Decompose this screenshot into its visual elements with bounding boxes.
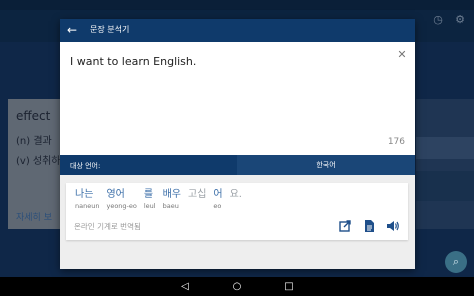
entry-definition: (v) 성취하 (16, 156, 61, 167)
sentence-analyzer-dialog: ← 문장 분석기 I want to learn English. ✕ 176 … (60, 19, 415, 269)
token[interactable]: 요. (230, 189, 242, 211)
token-korean: 어 (213, 189, 223, 200)
token[interactable]: 나는 naneun (75, 189, 99, 211)
char-count: 176 (387, 137, 405, 147)
token-korean: 영어 (106, 189, 125, 200)
token-romanization: naneun (75, 202, 100, 210)
dialog-header: ← 문장 분석기 (60, 19, 415, 42)
nav-home-icon[interactable]: ○ (230, 277, 244, 296)
token-korean: 고십 (188, 189, 207, 200)
search-fab[interactable]: ⌕ (445, 251, 467, 273)
dictionary-card: effect (n) 결과 (v) 성취하 자세히 보 (8, 99, 64, 229)
search-icon: ⌕ (452, 255, 460, 268)
system-nav-bar: ◁ ○ □ (0, 277, 474, 296)
nav-back-icon[interactable]: ◁ (178, 277, 192, 296)
app-toolbar-actions: ◷ ⚙ (432, 14, 466, 26)
background-band (416, 137, 474, 159)
status-bar (0, 0, 474, 10)
token-romanization: eo (213, 202, 222, 210)
target-language-label: 대상 언어: (70, 162, 101, 170)
token[interactable]: 고십 (188, 189, 206, 211)
entry-word: effect (16, 109, 51, 123)
token-romanization: yeong-eo (106, 202, 137, 210)
token-korean: 요. (229, 189, 242, 200)
open-in-new-icon[interactable] (338, 219, 352, 233)
token[interactable]: 영어 yeong-eo (106, 189, 136, 211)
token-korean: 를 (143, 189, 154, 200)
speaker-icon[interactable] (386, 219, 400, 233)
entry-definition: (n) 결과 (16, 136, 52, 147)
dialog-title: 문장 분석기 (90, 25, 130, 34)
sentence-input[interactable]: I want to learn English. ✕ 176 (60, 42, 415, 155)
token-romanization: baeu (162, 202, 179, 210)
more-link[interactable]: 자세히 보 (16, 210, 52, 223)
document-icon[interactable] (362, 219, 376, 233)
token-list: 나는 naneun 영어 yeong-eo 를 leul 배우 baeu 고십 어 eo 요. (75, 189, 249, 211)
machine-translation-note: 온라인 기계로 번역됨 (74, 222, 141, 231)
close-icon[interactable]: ✕ (396, 49, 408, 61)
token-korean: 나는 (75, 189, 94, 200)
history-icon[interactable]: ◷ (432, 14, 444, 26)
translation-result-card: 나는 naneun 영어 yeong-eo 를 leul 배우 baeu 고십 어 eo 요. 온라인… (66, 183, 408, 240)
token[interactable]: 배우 baeu (163, 189, 181, 211)
token-korean: 배우 (162, 189, 181, 200)
result-actions (338, 219, 400, 233)
background-card-right (416, 99, 474, 229)
settings-icon[interactable]: ⚙ (454, 14, 466, 26)
nav-recents-icon[interactable]: □ (282, 277, 296, 296)
target-language-select[interactable]: 한국어 (237, 155, 415, 175)
token-romanization: leul (143, 202, 156, 210)
background-band (416, 171, 474, 201)
token[interactable]: 를 leul (144, 189, 156, 211)
token[interactable]: 어 eo (213, 189, 222, 211)
arrow-back-icon[interactable]: ← (67, 22, 81, 38)
target-language-bar: 대상 언어: 한국어 (60, 155, 415, 175)
sentence-input-text[interactable]: I want to learn English. (70, 55, 196, 68)
